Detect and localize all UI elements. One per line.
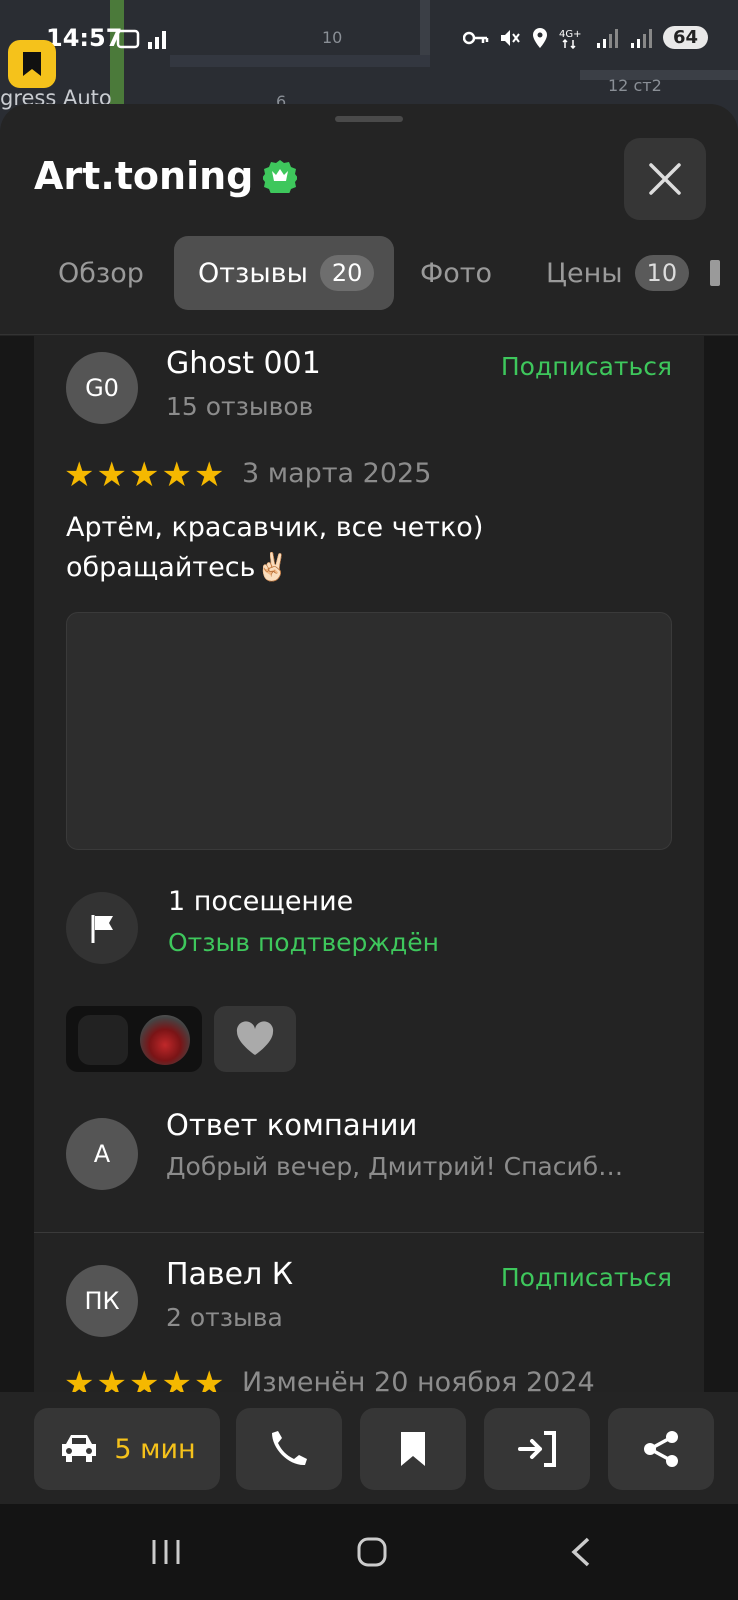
screenshot-icon [116,29,140,49]
tab-count-badge: 10 [634,255,690,291]
close-icon [649,163,681,195]
bookmark-button[interactable] [360,1408,466,1490]
review-text-line: обращайтесь✌🏻 [66,552,290,583]
company-reply-text[interactable]: Добрый вечер, Дмитрий! Спасиб… [166,1152,623,1181]
sheet-grabber[interactable] [335,116,403,122]
reaction-placeholder [78,1015,128,1065]
review-card: ПК Павел К 2 отзыва Подписаться ★ ★ ★ ★ ★ Из… [34,1233,704,1400]
signal-icon [148,31,166,49]
tab-prices[interactable]: Цены 10 [522,236,713,310]
star-icon: ★ [161,455,192,495]
tab-bar: Обзор Отзывы 20 Фото Цены 10 [0,236,738,312]
avatar-initials: ПК [84,1287,120,1315]
share-button[interactable] [608,1408,714,1490]
like-button[interactable] [214,1006,296,1072]
bookmark-app-icon[interactable] [8,40,56,88]
tab-label: Обзор [58,257,144,289]
recent-apps-icon[interactable] [150,1536,182,1568]
subscribe-button[interactable]: Подписаться [501,1263,672,1292]
reactions-group[interactable] [66,1006,202,1072]
company-avatar: A [66,1118,138,1190]
star-icon: ★ [96,455,127,495]
phone-icon [272,1431,307,1466]
star-icon: ★ [64,455,95,495]
avatar-initials: G0 [85,374,119,402]
close-button[interactable] [624,138,706,220]
review-verified-label: Отзыв подтверждён [168,928,439,957]
signal-icon [630,28,652,48]
status-bar: 14:57 4G+ 64 [0,0,738,80]
heart-icon [236,1021,274,1055]
star-icon: ★ [128,455,160,495]
tab-more[interactable] [710,236,720,310]
visit-count: 1 посещение [168,886,354,917]
avatar-initials: A [93,1140,111,1168]
reviewer-reviews-count: 15 отзывов [166,392,314,421]
verified-crown-icon [263,160,298,193]
enter-icon [518,1431,556,1467]
tab-divider [0,334,738,335]
location-icon [532,27,547,48]
back-icon[interactable] [568,1536,592,1568]
avatar[interactable]: ПК [66,1265,138,1337]
subscribe-button[interactable]: Подписаться [501,352,672,381]
company-reply-title[interactable]: Ответ компании [166,1108,417,1142]
tab-reviews[interactable]: Отзывы 20 [174,236,394,310]
svg-text:4G+: 4G+ [559,29,582,40]
go-inside-button[interactable] [484,1408,590,1490]
share-icon [644,1431,678,1467]
review-text-line: Артём, красавчик, все четко) [66,512,484,543]
star-icon: ★ [193,455,225,495]
system-nav-bar [0,1504,738,1600]
tab-label: Фото [420,257,493,289]
review-card: G0 Ghost 001 15 отзывов Подписаться ★ ★ ★ ★… [34,336,704,1232]
reviewer-reviews-count: 2 отзыва [166,1303,283,1332]
reviewer-name[interactable]: Павел К [166,1257,293,1292]
signal-icon [596,28,618,48]
visit-flag-icon [66,892,138,964]
avatar[interactable]: G0 [66,352,138,424]
tab-label: Отзывы [198,257,308,289]
key-icon [462,31,489,44]
tab-photos[interactable]: Фото [396,236,516,310]
place-title: Art.toning [34,154,298,198]
status-time: 14:57 [46,24,123,52]
mute-icon [500,29,520,46]
car-icon [62,1435,97,1462]
reviewer-name[interactable]: Ghost 001 [166,346,321,381]
rating-stars: ★ ★ ★ ★ ★ [64,458,224,492]
reactor-avatar [140,1015,190,1065]
status-icons: 4G+ 64 [462,26,708,49]
tab-count-badge: 20 [319,255,375,291]
signal-4g-icon: 4G+ [559,29,582,49]
bookmark-icon [401,1432,425,1466]
tab-label: Цены [546,257,623,289]
review-date: 3 марта 2025 [242,458,432,489]
battery-indicator: 64 [662,26,708,49]
tab-overflow-edge [710,260,720,286]
place-name: Art.toning [34,154,254,198]
review-photo[interactable] [66,612,672,850]
home-icon[interactable] [356,1536,388,1568]
reviews-list[interactable]: G0 Ghost 001 15 отзывов Подписаться ★ ★ ★ ★… [0,336,738,1400]
call-button[interactable] [236,1408,342,1490]
action-bar: 5 мин [0,1392,738,1504]
route-button[interactable]: 5 мин [34,1408,220,1490]
tab-overview[interactable]: Обзор [34,236,168,310]
route-time: 5 мин [114,1433,196,1465]
